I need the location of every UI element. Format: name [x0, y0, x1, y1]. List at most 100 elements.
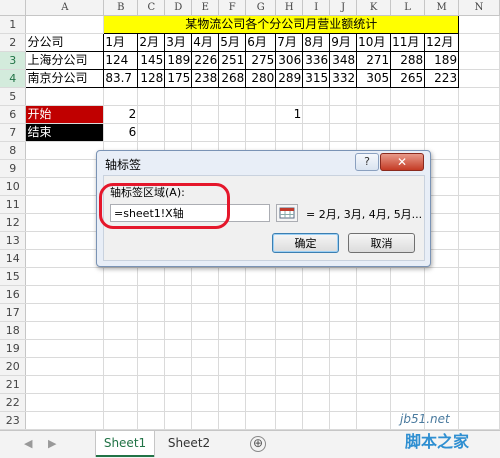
dialog-title: 轴标签	[105, 158, 142, 172]
row-header[interactable]: 16	[0, 285, 27, 304]
data-cell[interactable]: 1	[275, 105, 304, 124]
data-cell[interactable]: 305	[356, 69, 392, 88]
sheet-row: 4 南京分公司 83.7 128 175 238 268 280 289 315…	[0, 69, 500, 88]
header-cell[interactable]: 8月	[302, 33, 331, 52]
collapse-dialog-button[interactable]	[276, 204, 298, 222]
data-cell[interactable]: 226	[191, 51, 220, 70]
data-cell[interactable]: 268	[218, 69, 247, 88]
prev-sheet-icon[interactable]: ◀	[24, 437, 32, 450]
row-header[interactable]: 10	[0, 177, 27, 196]
column-header[interactable]: N	[458, 0, 500, 16]
row-header[interactable]: 21	[0, 375, 27, 394]
column-header[interactable]: I	[302, 0, 331, 16]
column-header[interactable]: F	[218, 0, 247, 16]
select-all-corner[interactable]	[0, 0, 27, 16]
header-cell[interactable]: 11月	[390, 33, 426, 52]
add-sheet-icon[interactable]: ⊕	[250, 436, 266, 452]
data-cell[interactable]: 128	[137, 69, 166, 88]
header-cell[interactable]: 9月	[329, 33, 358, 52]
row-header[interactable]: 6	[0, 105, 27, 124]
header-cell[interactable]: 2月	[137, 33, 166, 52]
title-cell[interactable]: 某物流公司各个分公司月营业额统计	[103, 15, 460, 34]
column-header[interactable]: K	[356, 0, 392, 16]
header-cell[interactable]: 7月	[275, 33, 304, 52]
data-cell[interactable]: 145	[137, 51, 166, 70]
data-cell[interactable]: 280	[245, 69, 277, 88]
end-value-cell[interactable]: 6	[103, 123, 139, 142]
header-cell[interactable]: 4月	[191, 33, 220, 52]
data-cell[interactable]: 238	[191, 69, 220, 88]
row-header[interactable]: 15	[0, 267, 27, 286]
data-cell[interactable]: 83.7	[103, 69, 139, 88]
data-cell[interactable]: 南京分公司	[25, 69, 105, 88]
column-header[interactable]: L	[390, 0, 426, 16]
data-cell[interactable]: 348	[329, 51, 358, 70]
data-cell[interactable]: 315	[302, 69, 331, 88]
data-cell[interactable]: 289	[275, 69, 304, 88]
data-cell[interactable]: 189	[424, 51, 460, 70]
column-header[interactable]: D	[164, 0, 193, 16]
row-header[interactable]: 20	[0, 357, 27, 376]
row-header[interactable]: 11	[0, 195, 27, 214]
start-label-cell[interactable]: 开始	[25, 105, 105, 124]
column-header[interactable]: J	[329, 0, 358, 16]
data-cell[interactable]: 223	[424, 69, 460, 88]
data-cell[interactable]: 189	[164, 51, 193, 70]
start-value-cell[interactable]: 2	[103, 105, 139, 124]
row-header[interactable]: 3	[0, 51, 27, 70]
header-cell[interactable]: 1月	[103, 33, 139, 52]
row-header[interactable]: 14	[0, 249, 27, 268]
data-cell[interactable]: 124	[103, 51, 139, 70]
column-header[interactable]: G	[245, 0, 277, 16]
row-header[interactable]: 22	[0, 393, 27, 412]
data-cell[interactable]: 251	[218, 51, 247, 70]
row-header[interactable]: 12	[0, 213, 27, 232]
cancel-button[interactable]: 取消	[348, 233, 415, 253]
header-cell[interactable]: 12月	[424, 33, 460, 52]
data-cell[interactable]: 175	[164, 69, 193, 88]
sheet-row: 7 结束 6	[0, 123, 500, 142]
data-cell[interactable]: 288	[390, 51, 426, 70]
header-cell[interactable]: 分公司	[25, 33, 105, 52]
sheet-row: 5	[0, 87, 500, 106]
row-header[interactable]: 2	[0, 33, 27, 52]
end-label-cell[interactable]: 结束	[25, 123, 105, 142]
tab-sheet2[interactable]: Sheet2	[160, 431, 218, 455]
header-cell[interactable]: 5月	[218, 33, 247, 52]
row-header[interactable]: 4	[0, 69, 27, 88]
data-cell[interactable]: 上海分公司	[25, 51, 105, 70]
row-header[interactable]: 1	[0, 15, 27, 34]
row-header[interactable]: 5	[0, 87, 27, 106]
close-button[interactable]: ✕	[380, 153, 424, 171]
row-header[interactable]: 9	[0, 159, 27, 178]
next-sheet-icon[interactable]: ▶	[48, 437, 56, 450]
column-header[interactable]: C	[137, 0, 166, 16]
data-cell[interactable]: 275	[245, 51, 277, 70]
column-header[interactable]: A	[25, 0, 105, 16]
column-header[interactable]: H	[275, 0, 304, 16]
column-header[interactable]: B	[103, 0, 139, 16]
row-header[interactable]: 18	[0, 321, 27, 340]
row-header[interactable]: 17	[0, 303, 27, 322]
row-header[interactable]: 7	[0, 123, 27, 142]
row-header[interactable]: 13	[0, 231, 27, 250]
data-cell[interactable]: 332	[329, 69, 358, 88]
header-cell[interactable]: 10月	[356, 33, 392, 52]
axis-label-preview: = 2月, 3月, 4月, 5月...	[306, 208, 423, 221]
header-cell[interactable]: 3月	[164, 33, 193, 52]
data-cell[interactable]: 265	[390, 69, 426, 88]
help-button[interactable]: ?	[355, 153, 379, 171]
header-cell[interactable]: 6月	[245, 33, 277, 52]
column-header[interactable]: E	[191, 0, 220, 16]
row-header[interactable]: 19	[0, 339, 27, 358]
row-header[interactable]: 23	[0, 411, 27, 430]
column-header[interactable]: M	[424, 0, 460, 16]
row-header[interactable]: 8	[0, 141, 27, 160]
highlight-annotation	[99, 183, 230, 229]
data-cell[interactable]: 336	[302, 51, 331, 70]
ok-button[interactable]: 确定	[272, 233, 339, 253]
sheet-row: 2 分公司 1月 2月 3月 4月 5月 6月 7月 8月 9月 10月 11月…	[0, 33, 500, 52]
data-cell[interactable]: 271	[356, 51, 392, 70]
tab-sheet1[interactable]: Sheet1	[96, 431, 154, 457]
data-cell[interactable]: 306	[275, 51, 304, 70]
